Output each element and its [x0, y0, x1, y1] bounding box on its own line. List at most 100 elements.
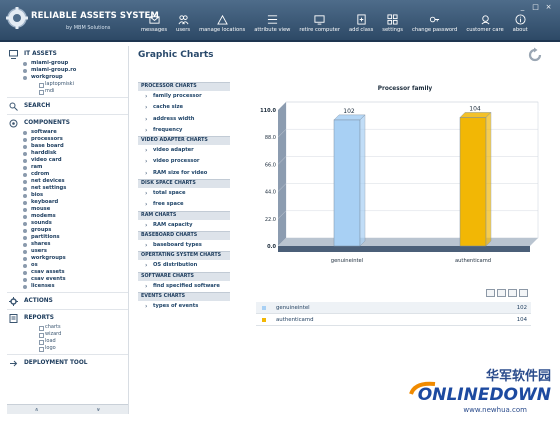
chart-toolbar	[484, 289, 528, 297]
export-chart-icon[interactable]	[519, 289, 528, 297]
component-item[interactable]: csav events	[7, 276, 128, 283]
nav-attribute-view[interactable]: attribute view	[254, 14, 290, 33]
tree-item[interactable]: miami-group	[7, 60, 128, 67]
legend-row: authenticamd 104	[256, 314, 531, 326]
top-navigation: messages users manage locations attribut…	[141, 14, 537, 33]
chart-link[interactable]: OS distribution	[138, 260, 230, 271]
component-item[interactable]: workgroups	[7, 255, 128, 262]
section-deployment-tool[interactable]: DEPLOYMENT TOOL	[7, 357, 128, 369]
top-toolbar: RELIABLE ASSETS SYSTEM by MBM Solutions …	[0, 0, 560, 42]
locations-icon	[216, 14, 228, 25]
chart-link[interactable]: video adapter	[138, 145, 230, 156]
component-item[interactable]: partitions	[7, 234, 128, 241]
chart-link[interactable]: find specified software	[138, 281, 230, 292]
nav-retire-computer[interactable]: retire computer	[299, 14, 340, 33]
plot-side-wall	[278, 102, 286, 246]
nav-manage-locations[interactable]: manage locations	[199, 14, 245, 33]
watermark-brand-text: ONLINEDOWN	[418, 385, 551, 405]
close-icon[interactable]: ×	[543, 3, 554, 12]
nav-settings[interactable]: settings	[382, 14, 403, 33]
maximize-icon[interactable]: □	[530, 3, 541, 12]
component-item[interactable]: video card	[7, 157, 128, 164]
component-item[interactable]: bios	[7, 192, 128, 199]
column-chart-icon[interactable]	[497, 289, 506, 297]
component-item[interactable]: cdrom	[7, 171, 128, 178]
category-header: DISK SPACE CHARTS	[138, 179, 230, 189]
section-actions[interactable]: ACTIONS	[7, 295, 128, 307]
chart-link[interactable]: baseboard types	[138, 240, 230, 251]
section-search[interactable]: SEARCH	[7, 100, 128, 112]
category-header: EVENTS CHARTS	[138, 291, 230, 301]
component-item[interactable]: software	[7, 129, 128, 136]
chart-link[interactable]: frequency	[138, 125, 230, 136]
minimize-icon[interactable]: _	[517, 3, 528, 12]
chart-link[interactable]: types of events	[138, 301, 230, 312]
component-item[interactable]: net settings	[7, 185, 128, 192]
divider	[7, 292, 128, 293]
chart-link[interactable]: family processor	[138, 91, 230, 102]
component-item[interactable]: processors	[7, 136, 128, 143]
nav-users[interactable]: users	[176, 14, 190, 33]
chart-link[interactable]: address width	[138, 114, 230, 125]
component-item[interactable]: os	[7, 262, 128, 269]
component-item[interactable]: ram	[7, 164, 128, 171]
chart-link[interactable]: RAM size for video	[138, 168, 230, 179]
report-item[interactable]: load	[7, 338, 128, 345]
report-item[interactable]: charts	[7, 324, 128, 331]
nav-add-class[interactable]: add class	[349, 14, 373, 33]
legend-row: genuineintel 102	[256, 302, 531, 314]
component-item[interactable]: mouse	[7, 206, 128, 213]
component-item[interactable]: base board	[7, 143, 128, 150]
section-it-assets[interactable]: IT ASSETS	[7, 48, 128, 60]
app-logo: RELIABLE ASSETS SYSTEM by MBM Solutions	[6, 6, 159, 36]
nav-messages[interactable]: messages	[141, 14, 167, 33]
tree-item[interactable]: workgroup	[7, 74, 128, 81]
refresh-icon[interactable]	[527, 47, 543, 63]
tree-subitem[interactable]: mdi	[7, 88, 128, 95]
report-item[interactable]: logo	[7, 345, 128, 352]
settings-icon	[387, 14, 398, 25]
report-item[interactable]: wizard	[7, 331, 128, 338]
y-tick-label: 88.0	[265, 135, 276, 141]
tree-item[interactable]: miami-group.ro	[7, 67, 128, 74]
chart-link[interactable]: free space	[138, 199, 230, 210]
nav-change-password[interactable]: change password	[412, 14, 457, 33]
tree-subitem[interactable]: laptopmiski	[7, 81, 128, 88]
nav-about[interactable]: about	[513, 14, 528, 33]
component-item[interactable]: users	[7, 248, 128, 255]
components-icon	[9, 119, 18, 127]
bar	[333, 119, 361, 247]
nav-customer-care[interactable]: customer care	[466, 14, 504, 33]
y-tick-label: 0.0	[267, 244, 276, 250]
chart-link[interactable]: cache size	[138, 102, 230, 113]
bar-side	[485, 111, 492, 247]
component-item[interactable]: groups	[7, 227, 128, 234]
section-reports[interactable]: REPORTS	[7, 312, 128, 324]
y-tick-label: 66.0	[265, 162, 276, 168]
bar-chart-icon[interactable]	[486, 289, 495, 297]
component-item[interactable]: csav assets	[7, 269, 128, 276]
component-item[interactable]: harddisk	[7, 150, 128, 157]
chart-canvas: Processor family 0.0 22.0 44.0 66.0 88.0 110.…	[260, 86, 539, 264]
app-title: RELIABLE ASSETS SYSTEM	[31, 11, 159, 21]
expand-down-icon[interactable]: »	[94, 408, 101, 412]
chart-link[interactable]: video processor	[138, 156, 230, 167]
legend-swatch	[262, 317, 266, 322]
component-item[interactable]: shares	[7, 241, 128, 248]
component-item[interactable]: keyboard	[7, 199, 128, 206]
component-item[interactable]: sounds	[7, 220, 128, 227]
computer-icon	[9, 49, 18, 59]
bar-top	[459, 112, 492, 118]
chart-link[interactable]: RAM capacity	[138, 220, 230, 231]
component-item[interactable]: net devices	[7, 178, 128, 185]
component-item[interactable]: modems	[7, 213, 128, 220]
collapse-up-icon[interactable]: »	[34, 408, 41, 412]
section-components[interactable]: COMPONENTS	[7, 117, 128, 129]
chart-title: Processor family	[378, 86, 433, 92]
component-item[interactable]: licenses	[7, 283, 128, 290]
pie-chart-icon[interactable]	[508, 289, 517, 297]
chart-link[interactable]: total space	[138, 188, 230, 199]
search-icon	[9, 102, 18, 111]
category-header: VIDEO ADAPTER CHARTS	[138, 136, 230, 146]
nav-label: change password	[411, 27, 458, 33]
